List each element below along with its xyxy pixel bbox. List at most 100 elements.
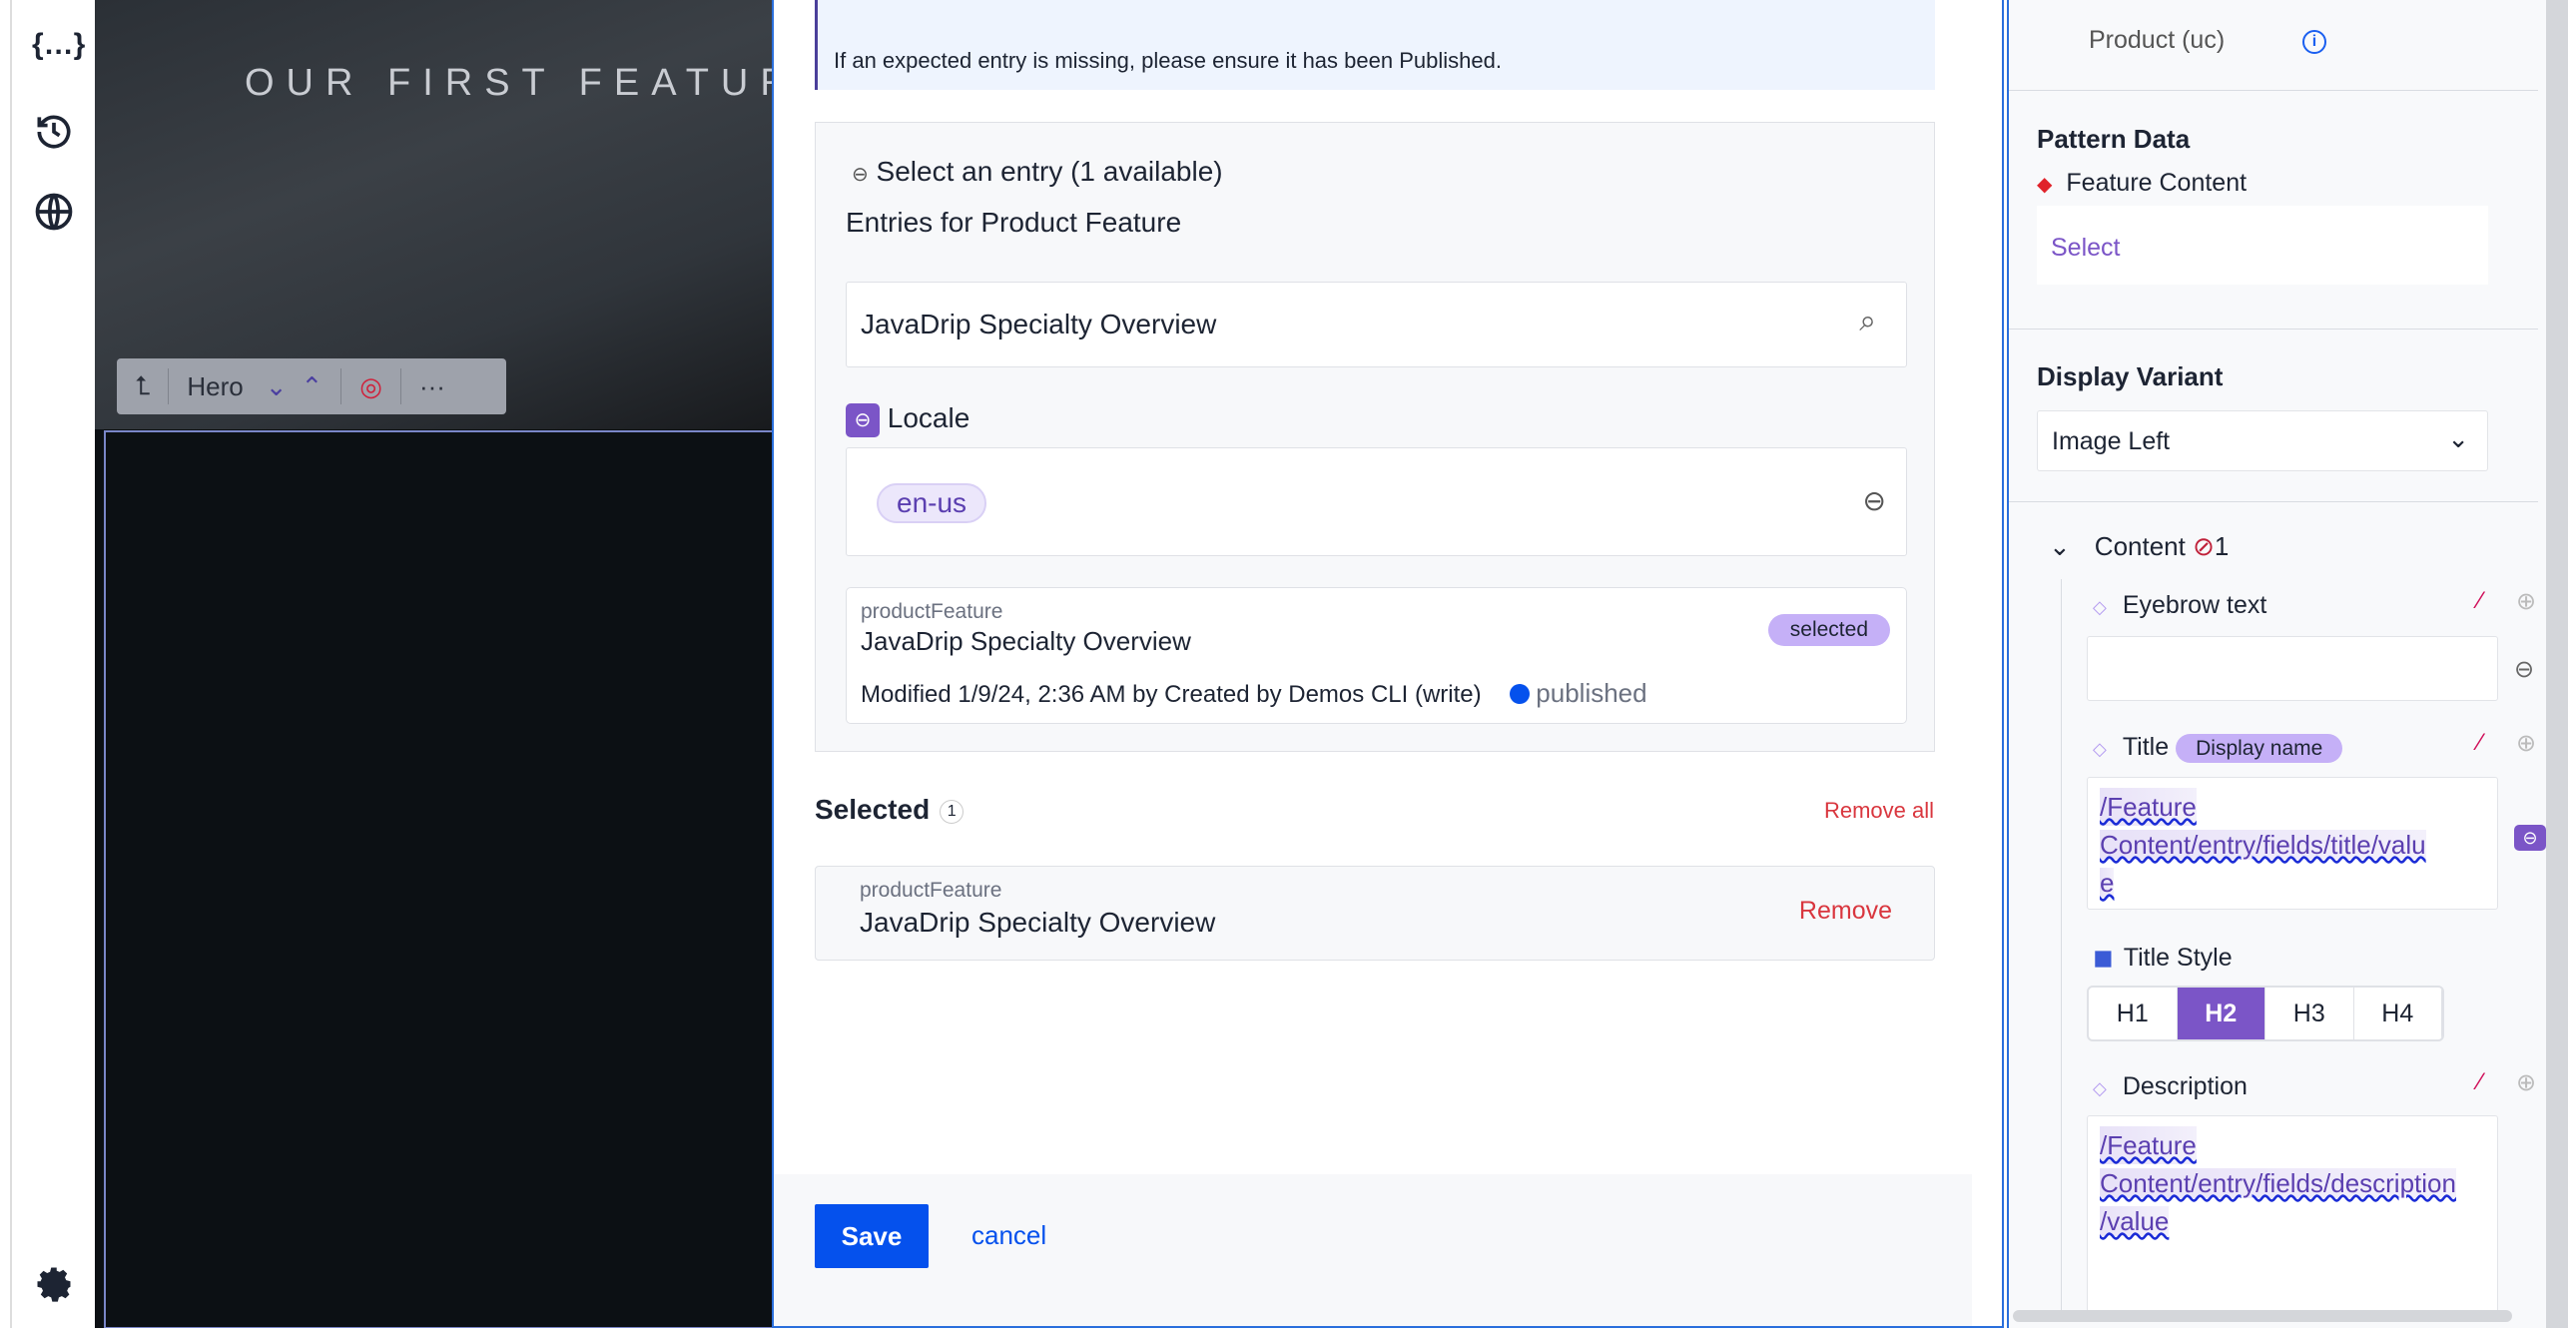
globe-icon[interactable]: ⊕ xyxy=(2516,587,2536,616)
description-label: ◇ Description xyxy=(2093,1072,2248,1101)
pattern-data-heading: Pattern Data xyxy=(2037,124,2191,154)
horizontal-scrollbar[interactable] xyxy=(2013,1310,2512,1322)
diamond-icon: ◇ xyxy=(2093,739,2107,759)
h1-button[interactable]: H1 xyxy=(2089,988,2178,1039)
component-icon: ◆ xyxy=(2037,174,2053,196)
entry-title: JavaDrip Specialty Overview xyxy=(861,626,1191,656)
entry-result-card[interactable]: productFeature JavaDrip Specialty Overvi… xyxy=(846,587,1907,724)
search-value: JavaDrip Specialty Overview xyxy=(861,309,1217,339)
content-label: Content xyxy=(2094,531,2186,561)
select-entry-title: Select an entry (1 available) xyxy=(876,156,1223,187)
title-input[interactable]: /Feature Content/entry/fields/title/valu… xyxy=(2087,777,2498,910)
cancel-button[interactable]: cancel xyxy=(971,1220,1046,1251)
description-token-part: Content/entry/fields/description xyxy=(2100,1168,2456,1198)
locale-label: ⊖ Locale xyxy=(846,402,969,437)
entry-picker-dialog: If an expected entry is missing, please … xyxy=(772,0,2004,1328)
select-entry-heading: ⊖ Select an entry (1 available) xyxy=(852,156,1223,188)
info-banner: If an expected entry is missing, please … xyxy=(815,0,1935,90)
content-count: 1 xyxy=(2214,531,2230,561)
tree-line xyxy=(2061,579,2062,1318)
selected-label: Selected xyxy=(815,794,931,825)
diamond-icon: ◇ xyxy=(2093,597,2107,617)
globe-icon[interactable]: ⊕ xyxy=(2516,1068,2536,1097)
h3-button[interactable]: H3 xyxy=(2265,988,2354,1039)
link-icon: ⊖ xyxy=(852,164,869,186)
display-name-badge: Display name xyxy=(2176,734,2343,763)
eyebrow-label: ◇ Eyebrow text xyxy=(2093,591,2266,620)
selected-item-title: JavaDrip Specialty Overview xyxy=(860,907,1216,938)
locale-chip[interactable]: en-us xyxy=(877,483,987,523)
hero-title: OUR FIRST FEATURE xyxy=(245,62,772,104)
status-dot-icon xyxy=(1510,684,1531,704)
feature-content-label: Feature Content xyxy=(2066,169,2248,197)
component-selector: Hero ⌄ ⌃ xyxy=(169,368,342,404)
variant-value: Image Left xyxy=(2052,427,2171,455)
cube-icon: ◼ xyxy=(2093,944,2114,972)
entry-search-input[interactable]: JavaDrip Specialty Overview ⌕ xyxy=(846,282,1907,367)
divider xyxy=(2009,90,2538,91)
h4-button[interactable]: H4 xyxy=(2354,988,2442,1039)
selected-item-type: productFeature xyxy=(860,879,1002,902)
preview-canvas[interactable]: OUR FIRST FEATURE ⮤ Hero ⌄ ⌃ ◎ ··· xyxy=(95,0,772,1328)
entry-search-panel: ⊖ Select an entry (1 available) Entries … xyxy=(815,122,1935,752)
title-token-part: Content/entry/fields/title/valu xyxy=(2100,830,2426,860)
globe-icon[interactable] xyxy=(32,190,76,234)
title-style-segmented: H1 H2 H3 H4 xyxy=(2087,986,2444,1041)
title-token-part: e xyxy=(2100,868,2115,898)
left-rail: {…} xyxy=(10,0,95,1328)
description-token-part: /Feature xyxy=(2100,1126,2197,1164)
select-pattern-box: Select xyxy=(2037,206,2488,285)
top-partial-label: Product (uc) xyxy=(2089,26,2226,54)
chevron-up-icon[interactable]: ⌃ xyxy=(302,371,323,402)
selected-heading: Selected 1 xyxy=(815,794,965,826)
description-input[interactable]: /Feature Content/entry/fields/descriptio… xyxy=(2087,1115,2498,1315)
selected-count: 1 xyxy=(940,799,965,824)
title-label: ◇ Title Display name xyxy=(2093,733,2343,763)
locale-field[interactable]: en-us ⊖ xyxy=(846,447,1907,556)
magic-wand-icon[interactable]: ⁄ xyxy=(2478,587,2482,615)
vertical-scrollbar[interactable] xyxy=(2546,0,2568,1328)
diamond-icon: ◇ xyxy=(2093,1078,2107,1098)
chevron-down-icon: ⌄ xyxy=(2049,531,2071,561)
divider xyxy=(2009,329,2538,330)
selected-badge: selected xyxy=(1767,614,1890,646)
link-icon: ⊖ xyxy=(846,402,880,437)
properties-panel: Product (uc) i Pattern Data ◆ Feature Con… xyxy=(2007,0,2546,1328)
entry-modified: Modified 1/9/24, 2:36 AM by Created by D… xyxy=(861,681,1482,708)
link-icon[interactable]: ⊖ xyxy=(2514,655,2534,684)
braces-icon[interactable]: {…} xyxy=(32,28,85,72)
locale-label-text: Locale xyxy=(887,402,970,433)
display-variant-heading: Display Variant xyxy=(2037,361,2224,391)
info-icon[interactable]: i xyxy=(2302,30,2326,54)
title-text: Title xyxy=(2122,733,2170,761)
title-style-text: Title Style xyxy=(2123,944,2233,972)
magic-wand-icon[interactable]: ⁄ xyxy=(2478,1068,2482,1096)
history-icon[interactable] xyxy=(32,110,76,154)
selected-item: productFeature JavaDrip Specialty Overvi… xyxy=(815,866,1935,961)
magic-wand-icon[interactable]: ⁄ xyxy=(2478,729,2482,757)
link-icon[interactable]: ⊖ xyxy=(1863,484,1886,517)
select-link[interactable]: Select xyxy=(2051,234,2120,263)
target-icon[interactable]: ◎ xyxy=(341,368,401,404)
gear-icon[interactable] xyxy=(32,1262,76,1306)
dialog-footer: Save cancel xyxy=(774,1174,1972,1326)
display-variant-select[interactable]: Image Left ⌄ xyxy=(2037,410,2488,471)
remove-button[interactable]: Remove xyxy=(1799,897,1892,926)
h2-button[interactable]: H2 xyxy=(2177,988,2265,1039)
description-text: Description xyxy=(2122,1072,2248,1100)
component-name: Hero xyxy=(187,370,244,401)
divider xyxy=(2009,501,2538,502)
chevron-down-icon[interactable]: ⌄ xyxy=(266,371,288,402)
selected-component-outline[interactable] xyxy=(104,430,772,1328)
entry-type: productFeature xyxy=(861,600,1003,623)
more-icon[interactable]: ··· xyxy=(401,368,463,404)
eyebrow-input[interactable] xyxy=(2087,636,2498,701)
content-section-toggle[interactable]: ⌄ Content ⊘1 xyxy=(2049,531,2229,562)
globe-icon[interactable]: ⊕ xyxy=(2516,729,2536,758)
feature-content-row: ◆ Feature Content xyxy=(2037,169,2247,198)
save-button[interactable]: Save xyxy=(815,1204,929,1268)
search-icon[interactable]: ⌕ xyxy=(1859,305,1876,338)
remove-all-link[interactable]: Remove all xyxy=(1824,798,1934,824)
link-icon[interactable]: ⊖ xyxy=(2514,825,2546,851)
arrow-up-left-icon[interactable]: ⮤ xyxy=(117,368,170,404)
